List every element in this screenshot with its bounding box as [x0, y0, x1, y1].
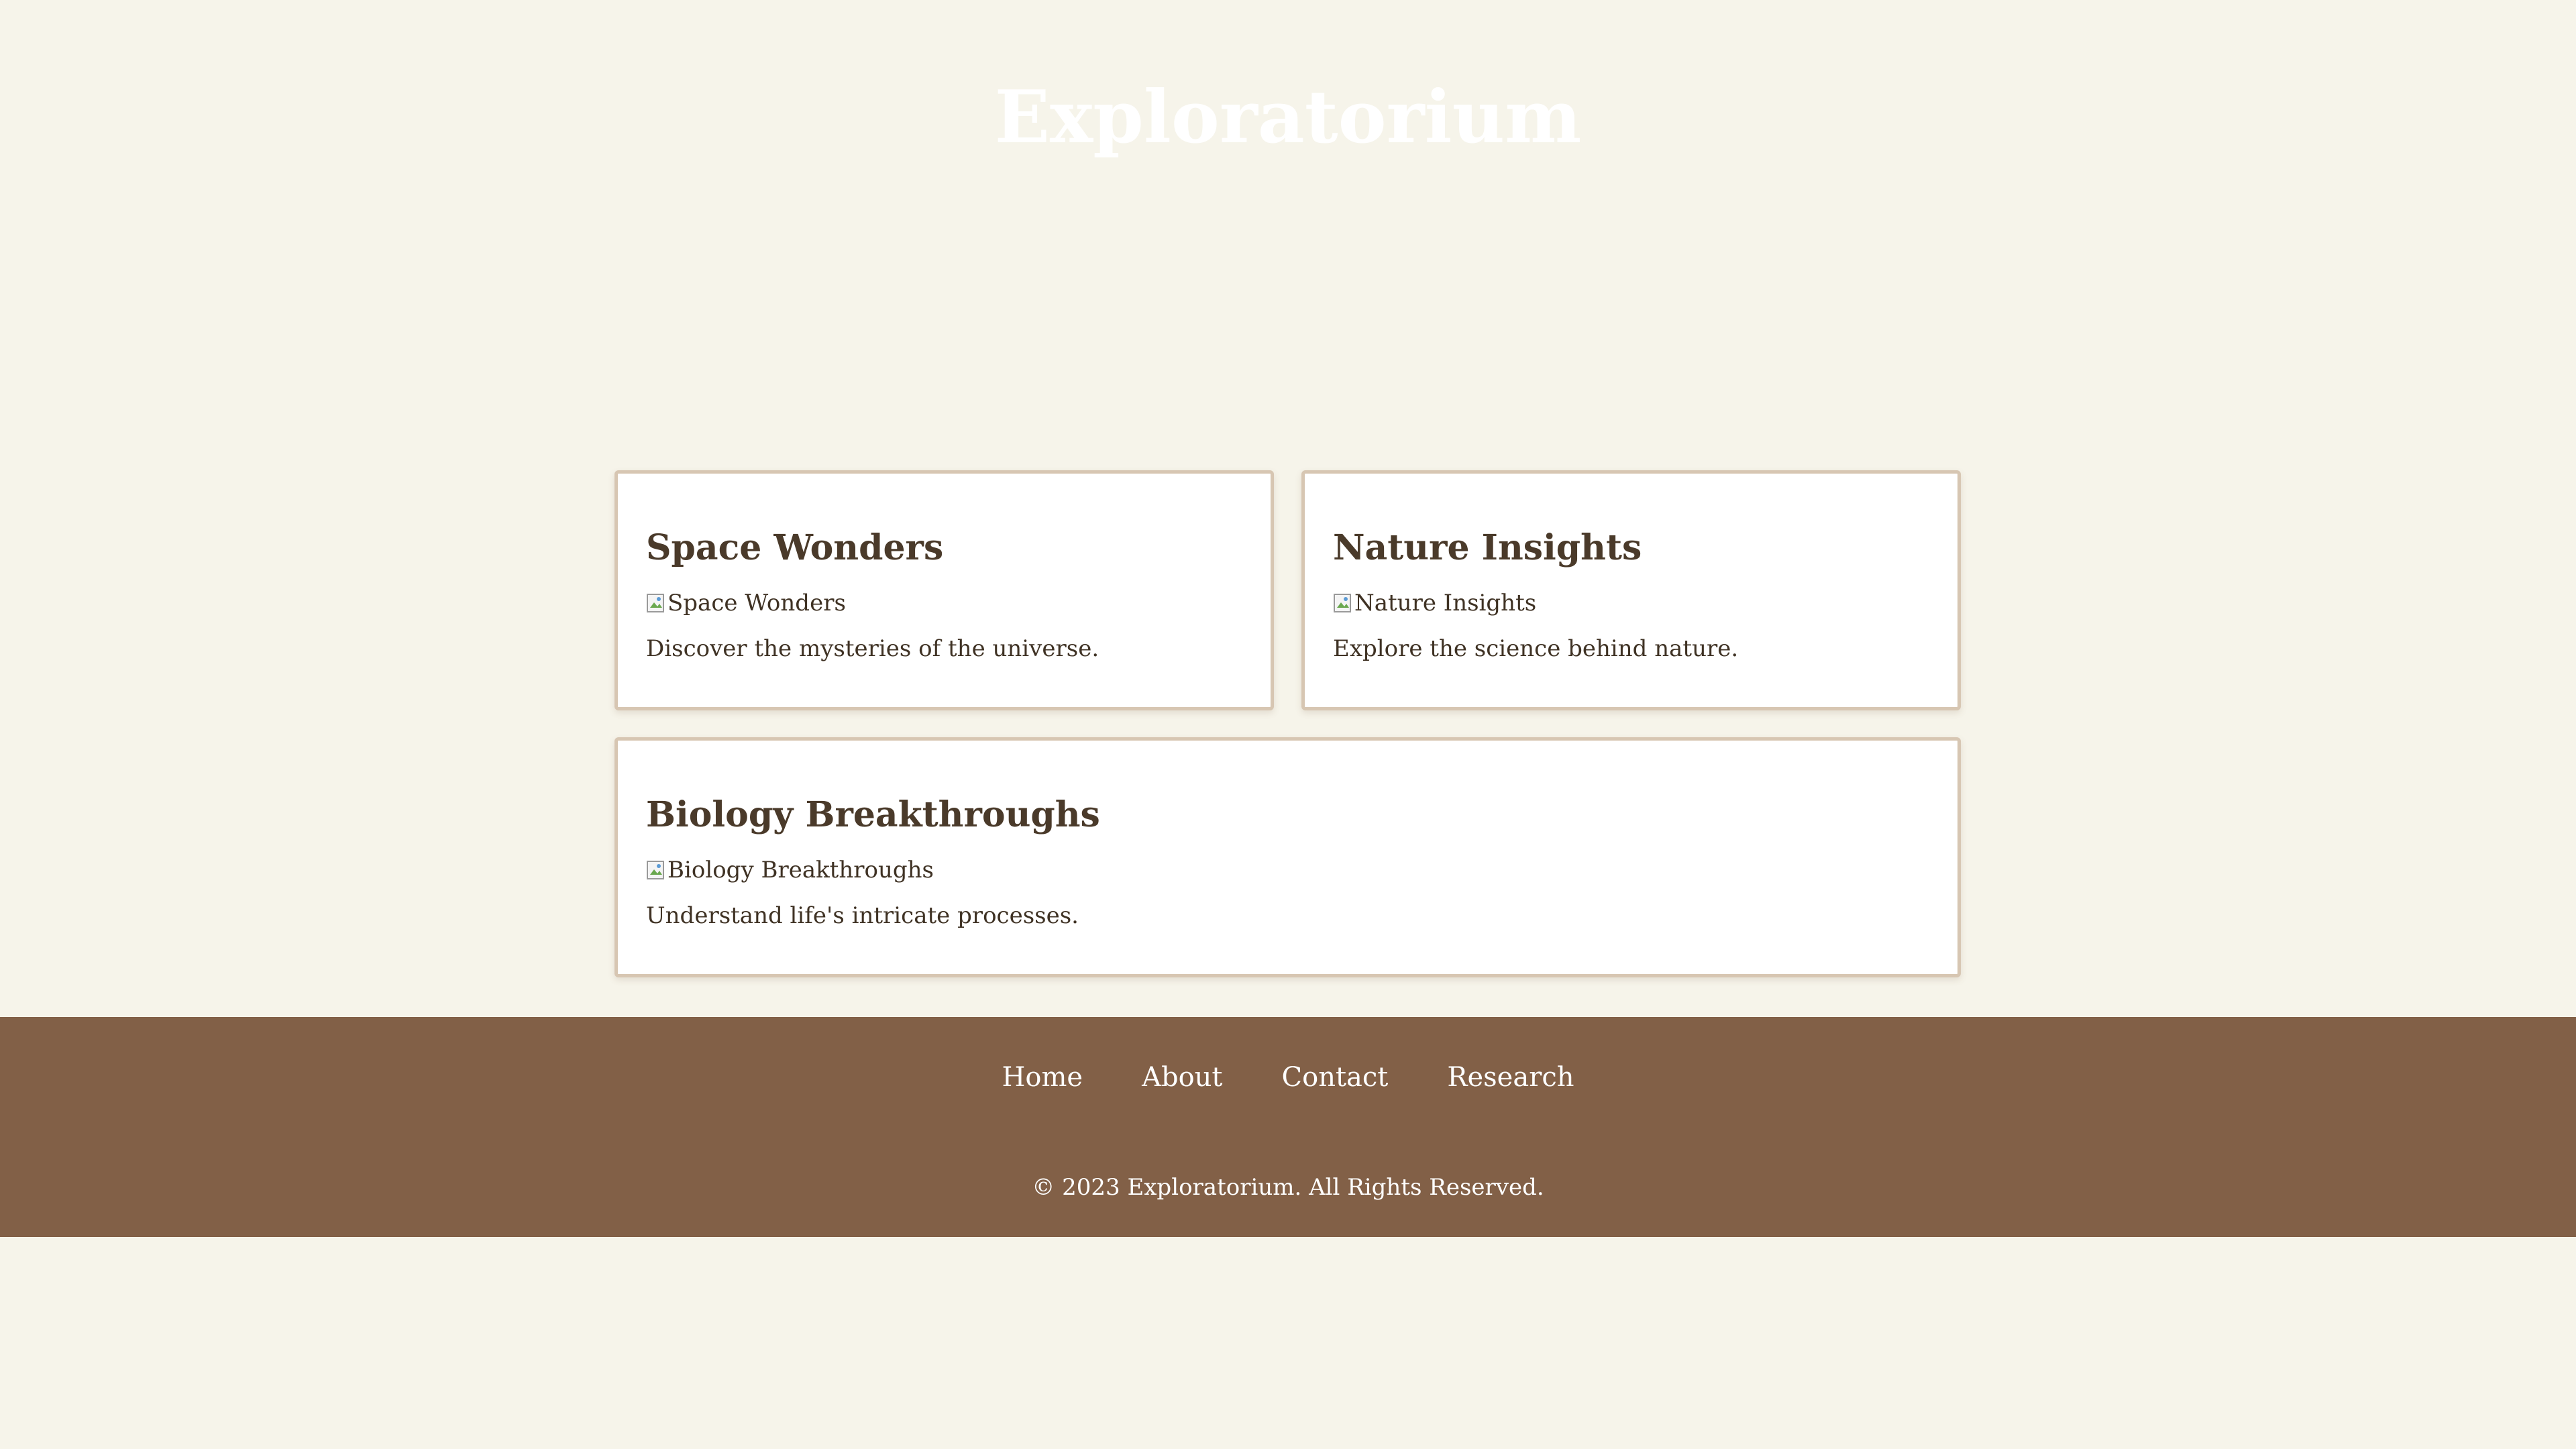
card-image: Nature Insights	[1333, 588, 1929, 619]
card-description: Understand life's intricate processes.	[646, 902, 1079, 929]
card-title: Space Wonders	[646, 527, 944, 568]
card-nature-insights: Nature Insights Nature Insights Explore …	[1301, 470, 1961, 710]
footer-link-contact[interactable]: Contact	[1282, 1051, 1389, 1104]
card-image: Space Wonders	[646, 588, 1242, 619]
footer-link-home[interactable]: Home	[1002, 1051, 1083, 1104]
footer-copyright: © 2023 Exploratorium. All Rights Reserve…	[1032, 1174, 1544, 1201]
card-image-alt-text: Biology Breakthroughs	[667, 857, 934, 883]
broken-image-icon	[1333, 592, 1353, 614]
card-image-alt-text: Space Wonders	[667, 590, 846, 616]
site-title: Exploratorium	[994, 75, 1582, 160]
broken-image-icon	[646, 859, 666, 881]
card-biology-breakthroughs: Biology Breakthroughs Biology Breakthrou…	[614, 737, 1961, 977]
card-image-alt-text: Nature Insights	[1354, 590, 1537, 616]
footer-link-research[interactable]: Research	[1447, 1051, 1574, 1104]
footer-link-about[interactable]: About	[1142, 1051, 1222, 1104]
site-footer: Home About Contact Research © 2023 Explo…	[0, 1017, 2576, 1237]
card-description: Explore the science behind nature.	[1333, 635, 1739, 662]
footer-nav: Home About Contact Research	[0, 1051, 2576, 1104]
card-space-wonders: Space Wonders Space Wonders Discover the…	[614, 470, 1274, 710]
card-title: Biology Breakthroughs	[646, 794, 1100, 835]
card-image: Biology Breakthroughs	[646, 855, 1929, 885]
card-description: Discover the mysteries of the universe.	[646, 635, 1099, 662]
broken-image-icon	[646, 592, 666, 614]
card-title: Nature Insights	[1333, 527, 1642, 568]
